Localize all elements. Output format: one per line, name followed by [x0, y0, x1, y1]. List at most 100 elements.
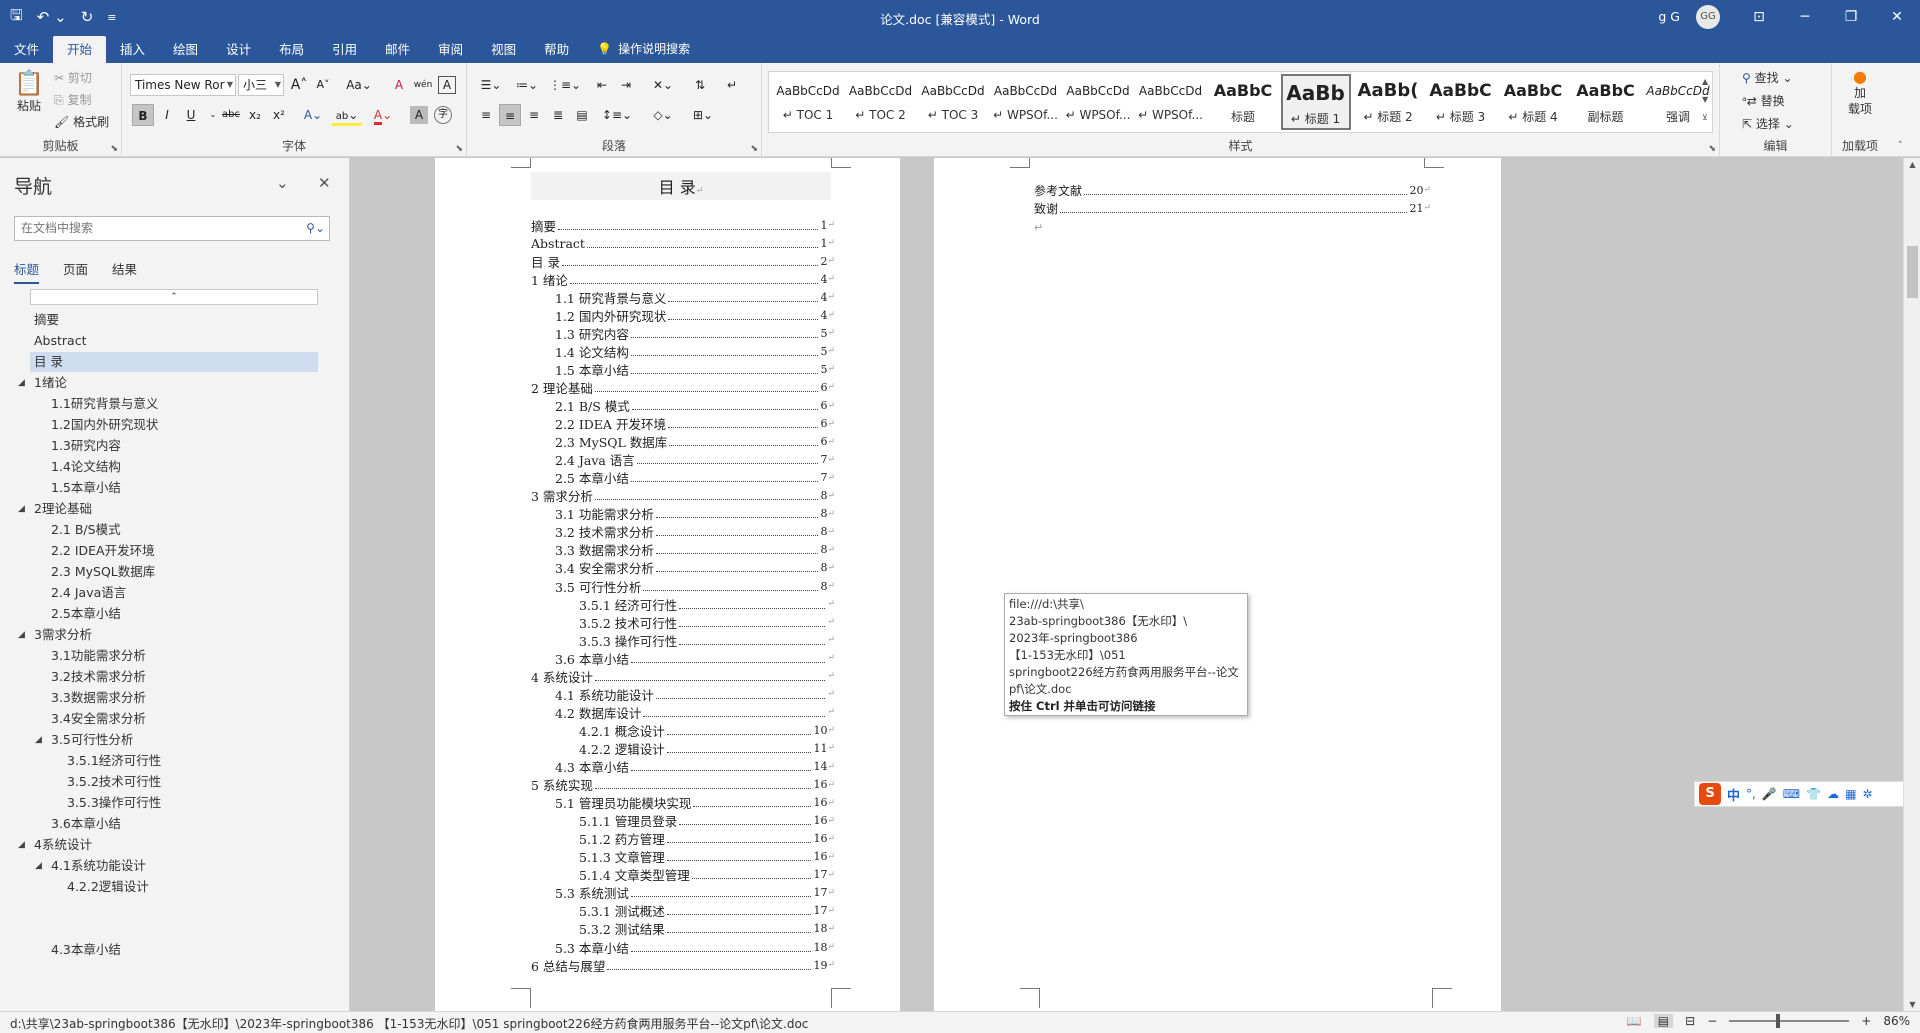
document-area[interactable]: ▪ 目 录↵ 摘要1↵Abstract1↵目 录2↵1 绪论4↵1.1 研究背景… [351, 158, 1903, 1011]
toc-entry[interactable]: 参考文献 20 ↵ [1034, 181, 1431, 199]
style-item[interactable]: AaBb ↵ 标题 1 [1280, 74, 1351, 130]
vertical-scrollbar[interactable]: ▲ ▼ [1903, 158, 1920, 1011]
page-right[interactable]: 参考文献 20 ↵ 致谢 21 ↵ ↵ [934, 158, 1501, 1011]
nav-heading-item[interactable]: 2理论基础 [34, 499, 92, 519]
superscript-button[interactable]: x² [268, 104, 290, 126]
scroll-up-icon[interactable]: ▲ [1904, 160, 1920, 169]
toc-entry[interactable]: 5.1.3 文章管理 16 ↵ [579, 848, 835, 866]
style-item[interactable]: AaBbC 标题 [1208, 74, 1278, 130]
align-left-button[interactable]: ≡ [475, 104, 497, 126]
toc-entry[interactable]: 5.3.2 测试结果 18 ↵ [579, 920, 835, 938]
toc-entry[interactable]: 3.5 可行性分析 8 ↵ [555, 577, 835, 595]
style-item[interactable]: AaBbC 副标题 [1571, 74, 1641, 130]
decrease-indent-button[interactable]: ⇤ [591, 74, 613, 96]
style-item[interactable]: AaBbCcDd ↵ WPSOf... [991, 74, 1061, 130]
nav-heading-item[interactable]: 4.2.2逻辑设计 [67, 877, 149, 897]
menu-tab[interactable]: 邮件 [371, 36, 424, 63]
nav-heading-item[interactable]: 3.2技术需求分析 [51, 667, 146, 687]
expand-triangle-icon[interactable]: ◢ [18, 625, 25, 645]
borders-button[interactable]: ⊞⌄ [687, 104, 719, 126]
toc-entry[interactable]: 5.1.1 管理员登录 16 ↵ [579, 812, 835, 830]
expand-triangle-icon[interactable]: ◢ [35, 856, 42, 876]
nav-heading-item[interactable]: 1.2国内外研究现状 [51, 415, 158, 435]
menu-tab[interactable]: 开始 [53, 36, 107, 63]
toc-entry[interactable]: Abstract 1 ↵ [531, 234, 835, 252]
nav-heading-item[interactable]: 2.5本章小结 [51, 604, 121, 624]
toc-entry[interactable]: 2.1 B/S 模式 6 ↵ [555, 397, 835, 415]
numbering-button[interactable]: ≔⌄ [511, 74, 543, 96]
style-item[interactable]: AaBbC ↵ 标题 4 [1498, 74, 1568, 130]
toc-entry[interactable]: 3.1 功能需求分析 8 ↵ [555, 505, 835, 523]
ribbon-display-icon[interactable]: ⊡ [1736, 0, 1782, 34]
settings-icon[interactable]: ✲ [1862, 787, 1872, 801]
punctuation-icon[interactable]: °, [1746, 787, 1756, 801]
dialog-launcher-icon[interactable]: ⬊ [750, 144, 758, 154]
toc-entry[interactable]: 3.5.2 技术可行性 ↵ [579, 613, 835, 631]
toc-entry[interactable]: 5.1.2 药方管理 16 ↵ [579, 830, 835, 848]
toc-entry[interactable]: 1.1 研究背景与意义 4 ↵ [555, 288, 835, 306]
style-item[interactable]: AaBbC ↵ 标题 3 [1426, 74, 1496, 130]
nav-heading-item[interactable]: 3.6本章小结 [51, 814, 121, 834]
page-left[interactable]: ▪ 目 录↵ 摘要1↵Abstract1↵目 录2↵1 绪论4↵1.1 研究背景… [435, 158, 900, 1011]
toc-entry[interactable]: 3.5.1 经济可行性 ↵ [579, 595, 835, 613]
expand-triangle-icon[interactable]: ◢ [35, 730, 42, 750]
sogou-logo-icon[interactable]: S [1699, 783, 1721, 805]
nav-heading-item[interactable]: 1.5本章小结 [51, 478, 121, 498]
skin-icon[interactable]: 👕 [1806, 787, 1821, 801]
toc-entry[interactable]: 4.2.2 逻辑设计 11 ↵ [579, 739, 835, 757]
chinese-layout-button[interactable]: ✕⌄ [647, 74, 679, 96]
zoom-in-icon[interactable]: + [1861, 1014, 1871, 1028]
toc-entry[interactable]: 5.1.4 文章类型管理 17 ↵ [579, 866, 835, 884]
char-border-button[interactable]: A [438, 76, 456, 94]
phonetic-guide-button[interactable]: wén [412, 74, 434, 96]
paste-button[interactable]: 📋 粘贴 [10, 69, 48, 114]
nav-heading-item[interactable]: 摘要 [34, 310, 59, 330]
nav-heading-item[interactable]: 目 录 [30, 352, 318, 372]
toc-entry[interactable]: 目 录 2 ↵ [531, 252, 835, 270]
nav-heading-item[interactable]: 3.5.1经济可行性 [67, 751, 161, 771]
nav-heading-item[interactable]: 1绪论 [34, 373, 67, 393]
menu-tab[interactable]: 视图 [477, 36, 530, 63]
menu-tab[interactable]: 插入 [106, 36, 159, 63]
bullets-button[interactable]: ☰⌄ [475, 74, 507, 96]
nav-heading-item[interactable]: 3.4安全需求分析 [51, 709, 146, 729]
italic-button[interactable]: I [156, 104, 178, 126]
highlight-button[interactable]: ab⌄ [332, 104, 362, 126]
grow-font-button[interactable]: A˄ [288, 74, 310, 96]
justify-button[interactable]: ≣ [547, 104, 569, 126]
toc-entry[interactable]: 3.5.3 操作可行性 ↵ [579, 631, 835, 649]
ime-toolbar[interactable]: S 中 °, 🎤 ⌨ 👕 ☁ ▦ ✲ [1694, 781, 1920, 807]
align-right-button[interactable]: ≡ [523, 104, 545, 126]
toc-entry[interactable]: 2 理论基础 6 ↵ [531, 378, 835, 396]
text-effects-button[interactable]: A⌄ [298, 104, 328, 126]
underline-button[interactable]: U [180, 104, 202, 126]
menu-tab[interactable]: 文件 [0, 36, 53, 63]
tell-me-search[interactable]: 💡 操作说明搜索 [583, 36, 690, 63]
dialog-launcher-icon[interactable]: ⬊ [110, 144, 118, 154]
nav-heading-item[interactable]: 2.1 B/S模式 [51, 520, 121, 540]
select-button[interactable]: ⇱ 选择 ⌄ [1742, 115, 1794, 132]
print-layout-icon[interactable]: ▤ [1653, 1014, 1674, 1028]
nav-heading-item[interactable]: 1.1研究背景与意义 [51, 394, 158, 414]
toc-entry[interactable]: 5.3 系统测试 17 ↵ [555, 884, 835, 902]
keyboard-icon[interactable]: ⌨ [1783, 787, 1800, 801]
toc-entry[interactable]: 4.2.1 概念设计 10 ↵ [579, 721, 835, 739]
search-input[interactable]: 在文档中搜索 ⚲⌄ [14, 216, 330, 241]
minimize-icon[interactable]: ─ [1782, 0, 1828, 34]
menu-tab[interactable]: 设计 [212, 36, 265, 63]
zoom-out-icon[interactable]: − [1707, 1014, 1717, 1028]
toc-entry[interactable]: 3.3 数据需求分析 8 ↵ [555, 541, 835, 559]
font-name-combo[interactable]: Times New Ror ▼ [130, 74, 236, 96]
close-icon[interactable]: ✕ [318, 174, 331, 192]
shading-button[interactable]: ◇⌄ [647, 104, 679, 126]
nav-heading-item[interactable]: 4.1系统功能设计 [51, 856, 146, 876]
avatar[interactable]: GG [1696, 5, 1720, 29]
menu-tab[interactable]: 引用 [318, 36, 371, 63]
menu-tab[interactable]: 绘图 [159, 36, 212, 63]
clear-format-button[interactable]: A [388, 74, 410, 96]
expand-triangle-icon[interactable]: ◢ [18, 373, 25, 393]
toc-entry[interactable]: 1.5 本章小结 5 ↵ [555, 360, 835, 378]
toolbox-icon[interactable]: ▦ [1845, 787, 1856, 801]
nav-tab[interactable]: 标题 [14, 259, 40, 284]
nav-heading-item[interactable]: 3.5.3操作可行性 [67, 793, 161, 813]
